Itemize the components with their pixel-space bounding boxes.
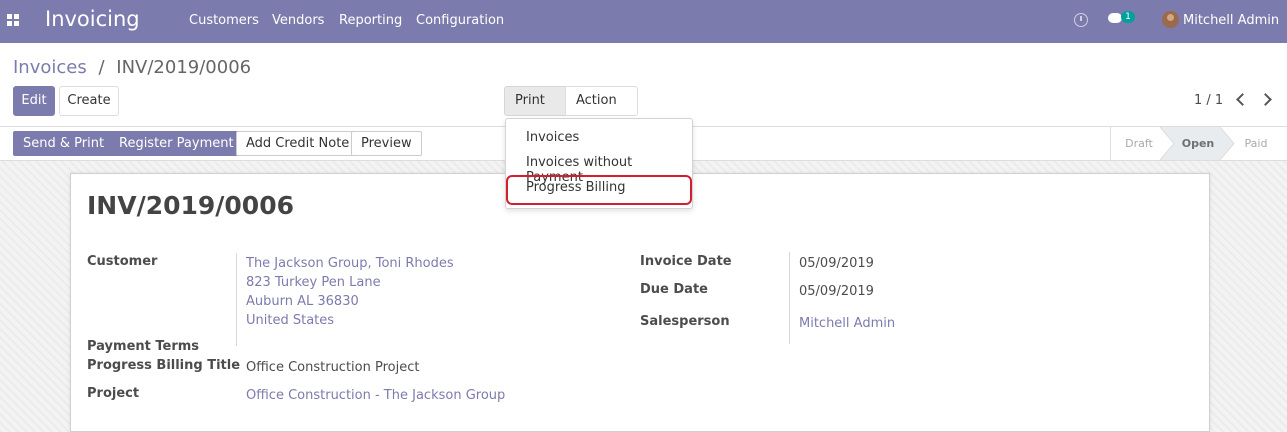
menu-vendors[interactable]: Vendors xyxy=(272,13,324,28)
preview-button[interactable]: Preview xyxy=(351,131,422,156)
print-label: Print xyxy=(515,93,545,108)
avatar[interactable] xyxy=(1162,11,1179,28)
progress-billing-highlight xyxy=(506,175,692,205)
top-navbar: Invoicing Customers Vendors Reporting Co… xyxy=(0,0,1287,43)
salesperson-label: Salesperson xyxy=(640,314,730,329)
stage-draft[interactable]: Draft xyxy=(1113,127,1165,160)
customer-address-line[interactable]: 823 Turkey Pen Lane xyxy=(246,275,381,290)
breadcrumb-invoices[interactable]: Invoices xyxy=(13,57,87,78)
user-menu[interactable]: Mitchell Admin xyxy=(1183,13,1279,28)
invoice-date-value: 05/09/2019 xyxy=(799,256,874,271)
stage-open[interactable]: Open xyxy=(1170,127,1226,160)
field-divider xyxy=(789,252,790,344)
action-label: Action xyxy=(576,93,617,108)
customer-name-link[interactable]: The Jackson Group, Toni Rhodes xyxy=(246,256,454,271)
menu-customers[interactable]: Customers xyxy=(189,13,259,28)
add-credit-note-button[interactable]: Add Credit Note xyxy=(236,131,360,156)
progress-billing-title-value: Office Construction Project xyxy=(246,360,420,375)
edit-button[interactable]: Edit xyxy=(13,86,55,116)
apps-menu-icon[interactable] xyxy=(7,14,19,26)
menu-configuration[interactable]: Configuration xyxy=(416,13,504,28)
menu-reporting[interactable]: Reporting xyxy=(339,13,402,28)
progress-billing-title-label: Progress Billing Title xyxy=(87,358,241,373)
pager-next-icon[interactable] xyxy=(1259,93,1272,106)
field-divider xyxy=(236,253,237,346)
due-date-value: 05/09/2019 xyxy=(799,284,874,299)
customer-country-line[interactable]: United States xyxy=(246,313,334,328)
register-payment-button[interactable]: Register Payment xyxy=(109,131,244,156)
print-menu-invoices[interactable]: Invoices xyxy=(526,130,579,145)
breadcrumb: Invoices / INV/2019/0006 xyxy=(13,57,251,78)
customer-city-line[interactable]: Auburn AL 36830 xyxy=(246,294,359,309)
chat-badge: 1 xyxy=(1121,11,1135,23)
payment-terms-label: Payment Terms xyxy=(87,339,200,354)
project-link[interactable]: Office Construction - The Jackson Group xyxy=(246,388,505,403)
breadcrumb-separator: / xyxy=(98,57,105,78)
invoice-date-label: Invoice Date xyxy=(640,254,732,269)
breadcrumb-current: INV/2019/0006 xyxy=(116,57,252,78)
send-print-button[interactable]: Send & Print xyxy=(13,131,115,156)
pager-previous-icon[interactable] xyxy=(1236,93,1249,106)
app-brand[interactable]: Invoicing xyxy=(45,7,140,31)
stage-paid[interactable]: Paid xyxy=(1234,127,1278,160)
project-label: Project xyxy=(87,386,140,401)
action-button[interactable]: Action xyxy=(565,86,638,130)
activity-clock-icon[interactable] xyxy=(1074,13,1088,27)
print-button[interactable]: Print xyxy=(504,86,566,130)
pager-value[interactable]: 1 / 1 xyxy=(1194,93,1223,108)
customer-label: Customer xyxy=(87,254,158,269)
create-button[interactable]: Create xyxy=(59,86,119,116)
invoice-title: INV/2019/0006 xyxy=(87,191,294,220)
due-date-label: Due Date xyxy=(640,282,708,297)
salesperson-link[interactable]: Mitchell Admin xyxy=(799,316,895,331)
